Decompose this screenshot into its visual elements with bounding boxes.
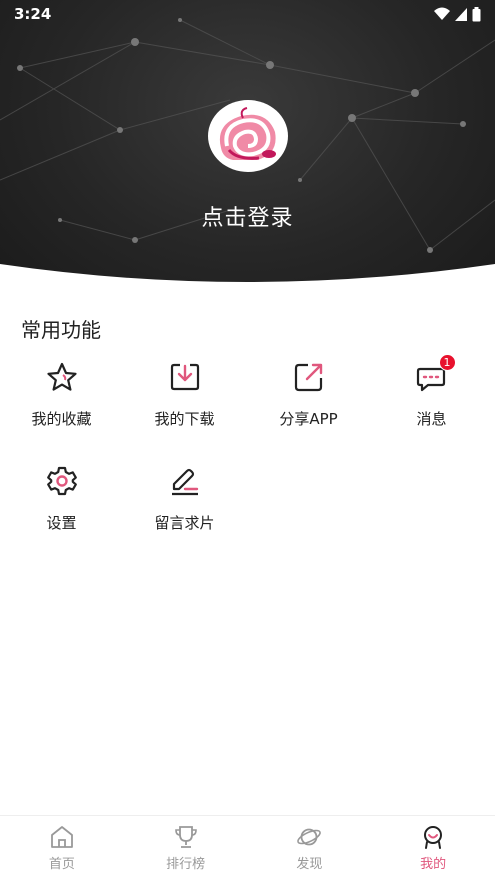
profile-header: 3:24 点击登录	[0, 0, 495, 300]
tab-mine[interactable]: 我的	[371, 816, 495, 880]
tab-discover[interactable]: 发现	[248, 816, 372, 880]
request-movie-label: 留言求片	[154, 514, 215, 532]
snail-logo-icon	[219, 107, 276, 160]
message-icon: 1	[415, 354, 456, 394]
messages-button[interactable]: 1 消息	[370, 354, 493, 450]
signal-icon	[455, 7, 467, 21]
trophy-icon	[174, 826, 197, 848]
tab-home-label: 首页	[48, 857, 75, 872]
star-icon	[45, 360, 79, 394]
request-movie-button[interactable]: 留言求片	[123, 464, 246, 554]
share-icon	[292, 360, 326, 394]
section-title: 常用功能	[21, 318, 101, 342]
favorites-label: 我的收藏	[31, 410, 92, 428]
edit-icon	[168, 464, 202, 498]
share-app-button[interactable]: 分享APP	[247, 360, 370, 450]
settings-button[interactable]: 设置	[0, 464, 123, 554]
tab-ranking[interactable]: 排行榜	[124, 816, 248, 880]
messages-label: 消息	[416, 410, 447, 428]
planet-icon	[297, 828, 322, 846]
header-curve	[0, 264, 495, 300]
login-text[interactable]: 点击登录	[0, 200, 495, 232]
download-icon	[168, 360, 202, 394]
settings-label: 设置	[46, 514, 77, 532]
avatar[interactable]	[208, 100, 288, 172]
home-icon	[50, 826, 73, 848]
tab-home[interactable]: 首页	[0, 816, 124, 880]
tab-discover-label: 发现	[296, 857, 323, 872]
battery-icon	[472, 6, 481, 21]
tab-ranking-label: 排行榜	[166, 857, 206, 872]
bottom-nav: 首页 排行榜 发现 我的	[0, 815, 495, 880]
downloads-label: 我的下载	[154, 410, 215, 428]
status-time: 3:24	[14, 5, 52, 23]
status-bar: 3:24	[0, 0, 495, 28]
tab-mine-label: 我的	[420, 857, 447, 872]
gear-icon	[45, 464, 79, 498]
share-app-label: 分享APP	[279, 410, 338, 428]
system-icons	[434, 6, 481, 22]
wifi-icon	[434, 7, 450, 20]
favorites-button[interactable]: 我的收藏	[0, 360, 123, 450]
downloads-button[interactable]: 我的下载	[123, 360, 246, 450]
message-badge: 1	[438, 354, 456, 371]
profile-icon	[424, 826, 443, 849]
